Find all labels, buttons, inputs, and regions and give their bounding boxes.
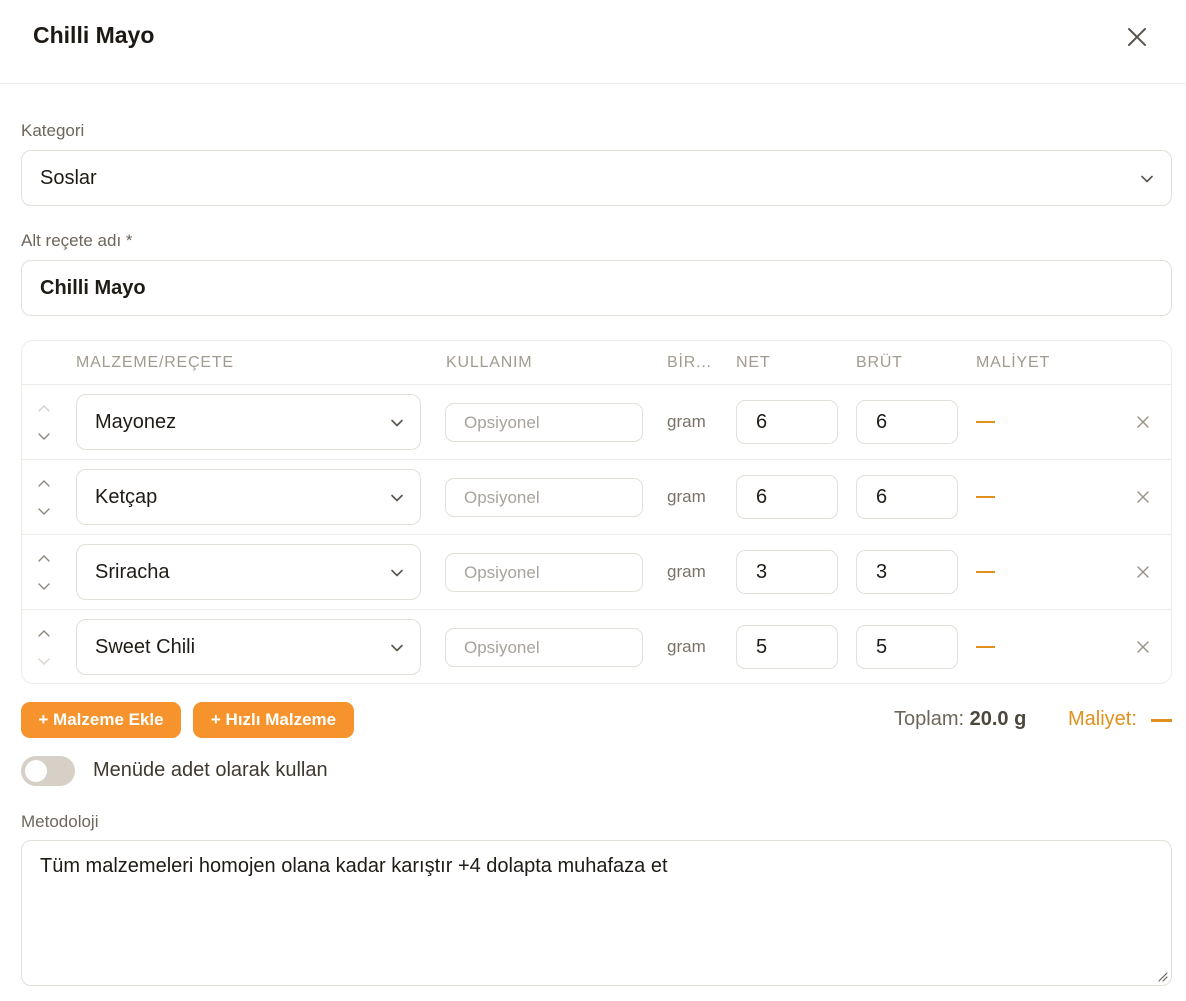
ingredient-value: Sweet Chili [95, 636, 196, 658]
table-row: Sriracha gram [22, 534, 1171, 609]
total-summary: Toplam: 20.0 g [894, 708, 1026, 731]
gross-input[interactable] [856, 550, 958, 594]
unit-text: gram [667, 412, 706, 431]
dialog-header: Chilli Mayo [0, 0, 1186, 84]
unit-text: gram [667, 637, 706, 656]
ingredient-value: Ketçap [95, 486, 158, 508]
move-up-icon[interactable] [36, 402, 52, 414]
unit-text: gram [667, 562, 706, 581]
category-value: Soslar [40, 167, 97, 189]
cost-empty-dash [976, 571, 995, 573]
resize-handle-icon[interactable] [1156, 970, 1168, 982]
cost-empty-dash [976, 646, 995, 648]
move-up-icon[interactable] [36, 627, 52, 639]
quick-ingredient-button[interactable]: + Hızlı Malzeme [193, 702, 354, 738]
count-toggle-label: Menüde adet olarak kullan [93, 759, 328, 781]
usage-input[interactable] [445, 478, 643, 517]
ingredient-select[interactable]: Sweet Chili [76, 619, 421, 675]
chevron-down-icon [391, 494, 403, 502]
total-label: Toplam: [894, 708, 965, 730]
methodology-textarea[interactable]: Tüm malzemeleri homojen olana kadar karı… [21, 840, 1172, 986]
dialog-title: Chilli Mayo [33, 22, 155, 48]
ingredient-value: Mayonez [95, 411, 177, 433]
cost-label: Maliyet: [1068, 708, 1137, 730]
table-row: Sweet Chili gram [22, 609, 1171, 684]
unit-text: gram [667, 487, 706, 506]
remove-row-icon[interactable] [1135, 489, 1151, 505]
recipe-name-label: Alt reçete adı * [21, 231, 133, 250]
net-input[interactable] [736, 475, 838, 519]
header-ingredient: MALZEME/REÇETE [76, 354, 234, 371]
remove-row-icon[interactable] [1135, 414, 1151, 430]
move-down-icon[interactable] [36, 656, 52, 668]
recipe-name-value: Chilli Mayo [40, 277, 146, 299]
move-up-icon[interactable] [36, 552, 52, 564]
remove-row-icon[interactable] [1135, 639, 1151, 655]
ingredient-select[interactable]: Sriracha [76, 544, 421, 600]
move-up-icon[interactable] [36, 477, 52, 489]
move-down-icon[interactable] [36, 581, 52, 593]
move-down-icon[interactable] [36, 506, 52, 518]
table-row: Mayonez gram [22, 384, 1171, 459]
move-down-icon[interactable] [36, 431, 52, 443]
chevron-down-icon [391, 644, 403, 652]
chevron-down-icon [391, 419, 403, 427]
chevron-down-icon [391, 569, 403, 577]
cost-empty-dash [976, 421, 995, 423]
header-cost: MALİYET [976, 354, 1051, 371]
net-input[interactable] [736, 625, 838, 669]
toggle-knob [25, 760, 47, 782]
cost-empty-dash [1151, 719, 1172, 722]
category-label: Kategori [21, 121, 85, 140]
header-unit: BİR... [667, 354, 712, 371]
cost-empty-dash [976, 496, 995, 498]
usage-input[interactable] [445, 628, 643, 667]
remove-row-icon[interactable] [1135, 564, 1151, 580]
usage-input[interactable] [445, 553, 643, 592]
header-gross: BRÜT [856, 354, 903, 371]
header-usage: KULLANIM [446, 354, 533, 371]
usage-input[interactable] [445, 403, 643, 442]
gross-input[interactable] [856, 625, 958, 669]
chevron-down-icon [1141, 175, 1153, 183]
count-toggle[interactable] [21, 756, 75, 786]
category-select[interactable]: Soslar [21, 150, 1172, 206]
header-net: NET [736, 354, 771, 371]
ingredients-table: MALZEME/REÇETE KULLANIM BİR... NET BRÜT … [21, 340, 1172, 684]
gross-input[interactable] [856, 475, 958, 519]
ingredient-select[interactable]: Ketçap [76, 469, 421, 525]
recipe-name-input[interactable]: Chilli Mayo [21, 260, 1172, 316]
table-row: Ketçap gram [22, 459, 1171, 534]
close-icon[interactable] [1124, 24, 1150, 50]
gross-input[interactable] [856, 400, 958, 444]
net-input[interactable] [736, 550, 838, 594]
ingredient-value: Sriracha [95, 561, 170, 583]
total-value: 20.0 g [969, 708, 1027, 730]
methodology-label: Metodoloji [21, 812, 99, 831]
net-input[interactable] [736, 400, 838, 444]
ingredient-select[interactable]: Mayonez [76, 394, 421, 450]
add-ingredient-button[interactable]: + Malzeme Ekle [21, 702, 181, 738]
